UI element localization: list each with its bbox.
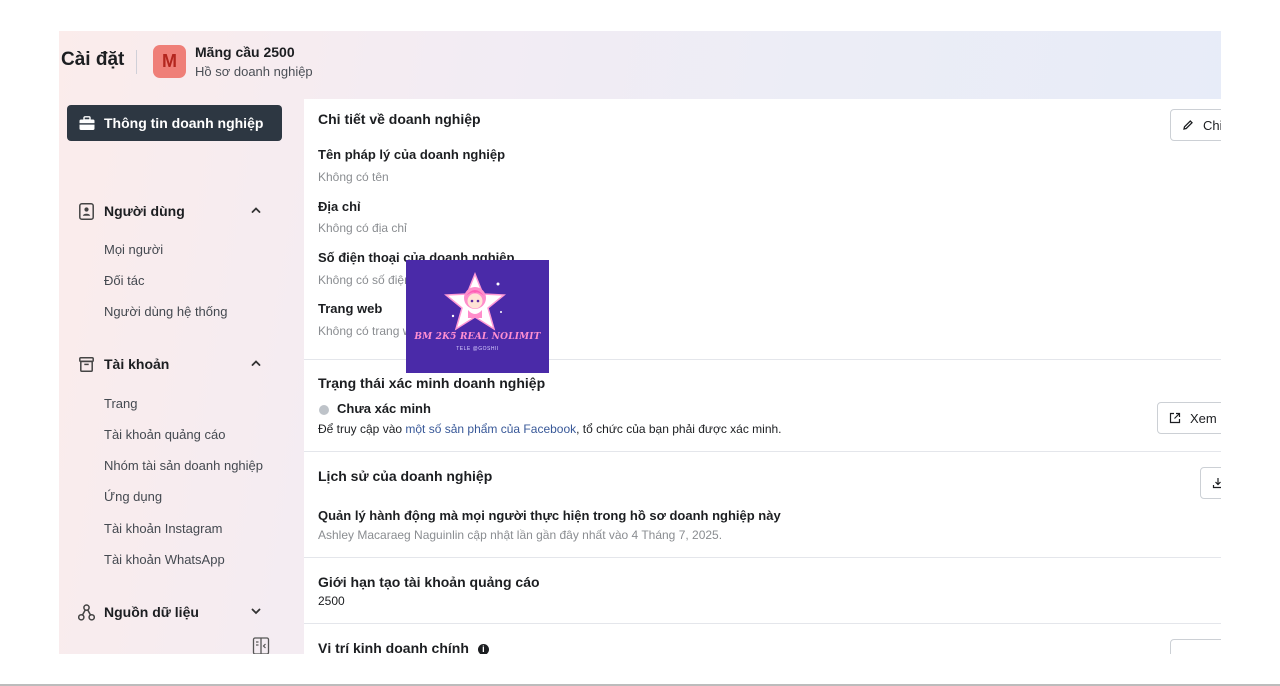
chevron-down-icon[interactable] xyxy=(249,604,263,618)
chevron-up-icon[interactable] xyxy=(249,203,263,217)
sidebar: Thông tin doanh nghiệp Người dùng Mọi ng… xyxy=(59,99,299,654)
sidebar-item-label: Thông tin doanh nghiệp xyxy=(104,115,264,131)
view-verification-button[interactable]: Xem xyxy=(1157,402,1221,434)
ad-account-limit-card: Giới hạn tạo tài khoản quảng cáo 2500 xyxy=(304,557,1221,624)
business-avatar[interactable]: M xyxy=(153,45,186,78)
download-icon xyxy=(1212,476,1221,490)
sidebar-item-everyone[interactable]: Mọi người xyxy=(104,242,163,257)
anime-star-logo xyxy=(444,271,506,331)
sidebar-section-label: Người dùng xyxy=(104,203,185,219)
sidebar-item-instagram-accounts[interactable]: Tài khoản Instagram xyxy=(104,521,223,536)
pencil-icon xyxy=(1182,118,1196,132)
chevron-up-icon[interactable] xyxy=(249,356,263,370)
header-divider xyxy=(136,50,137,74)
legal-name-label: Tên pháp lý của doanh nghiệp xyxy=(318,147,506,162)
settings-header: Cài đặt M Mãng cầu 2500 Hồ sơ doanh nghi… xyxy=(59,31,1221,99)
business-name[interactable]: Mãng cầu 2500 xyxy=(195,44,295,60)
external-link-icon xyxy=(1169,411,1183,425)
download-history-button[interactable] xyxy=(1200,467,1221,499)
sidebar-item-asset-groups[interactable]: Nhóm tài sản doanh nghiệp xyxy=(104,458,263,473)
watermark-subtitle: TELE @GOSHII xyxy=(456,346,499,352)
settings-title: Cài đặt xyxy=(61,49,125,70)
info-icon[interactable]: i xyxy=(477,644,489,654)
business-subtitle: Hồ sơ doanh nghiệp xyxy=(195,64,313,79)
sidebar-section-label: Nguồn dữ liệu xyxy=(104,604,199,620)
primary-location-card: Vị trí kinh doanh chính i xyxy=(304,623,1221,654)
sidebar-section-data-sources[interactable]: Nguồn dữ liệu xyxy=(77,600,277,624)
website-label: Trang web xyxy=(318,301,383,316)
facebook-products-link[interactable]: một số sản phẩm của Facebook xyxy=(405,422,576,436)
verification-title: Trạng thái xác minh doanh nghiệp xyxy=(318,375,546,391)
address-value: Không có địa chỉ xyxy=(318,221,407,235)
sidebar-item-apps[interactable]: Ứng dụng xyxy=(104,489,162,504)
briefcase-icon xyxy=(79,115,96,132)
verification-status: Chưa xác minh xyxy=(337,401,431,416)
watermark-sticker: BM 2K5 REAL NOLIMIT TELE @GOSHII xyxy=(406,260,549,373)
edit-details-button[interactable]: Chi xyxy=(1170,109,1221,141)
legal-name-value: Không có tên xyxy=(318,170,389,184)
sidebar-section-users[interactable]: Người dùng xyxy=(77,199,277,223)
data-source-icon xyxy=(77,603,95,621)
ad-limit-title: Giới hạn tạo tài khoản quảng cáo xyxy=(318,574,540,590)
verification-description: Để truy cập vào một số sản phẩm của Face… xyxy=(318,422,782,436)
sidebar-item-partners[interactable]: Đối tác xyxy=(104,273,144,288)
sidebar-item-pages[interactable]: Trang xyxy=(104,396,137,411)
business-settings-window: Cài đặt M Mãng cầu 2500 Hồ sơ doanh nghi… xyxy=(59,31,1221,654)
address-label: Địa chỉ xyxy=(318,199,361,214)
business-history-title: Lịch sử của doanh nghiệp xyxy=(318,468,493,484)
sidebar-item-whatsapp-accounts[interactable]: Tài khoản WhatsApp xyxy=(104,552,225,567)
edit-details-label: Chi xyxy=(1203,117,1221,133)
ad-limit-value: 2500 xyxy=(318,594,345,608)
business-history-card: Lịch sử của doanh nghiệp Quản lý hành độ… xyxy=(304,451,1221,558)
watermark-title: BM 2K5 REAL NOLIMIT xyxy=(414,332,541,342)
user-badge-icon xyxy=(77,202,95,220)
view-verification-label: Xem xyxy=(1190,410,1217,426)
collapse-sidebar-icon[interactable] xyxy=(252,637,270,654)
sidebar-section-label: Tài khoản xyxy=(104,356,170,372)
main-content: Chi tiết về doanh nghiệp Chi Tên pháp lý… xyxy=(304,99,1221,654)
sidebar-item-ad-accounts[interactable]: Tài khoản quảng cáo xyxy=(104,427,225,442)
sidebar-item-system-users[interactable]: Người dùng hệ thống xyxy=(104,304,227,319)
primary-location-title: Vị trí kinh doanh chính i xyxy=(318,640,489,654)
history-subtitle: Quản lý hành động mà mọi người thực hiện… xyxy=(318,508,781,523)
history-updated: Ashley Macaraeg Naguinlin cập nhật lần g… xyxy=(318,528,723,542)
sidebar-item-business-info[interactable]: Thông tin doanh nghiệp xyxy=(67,105,282,141)
status-dot-icon xyxy=(319,405,329,415)
business-details-title: Chi tiết về doanh nghiệp xyxy=(318,111,481,127)
archive-box-icon xyxy=(77,355,95,373)
sidebar-section-accounts[interactable]: Tài khoản xyxy=(77,352,277,376)
edit-location-button[interactable] xyxy=(1170,639,1221,654)
